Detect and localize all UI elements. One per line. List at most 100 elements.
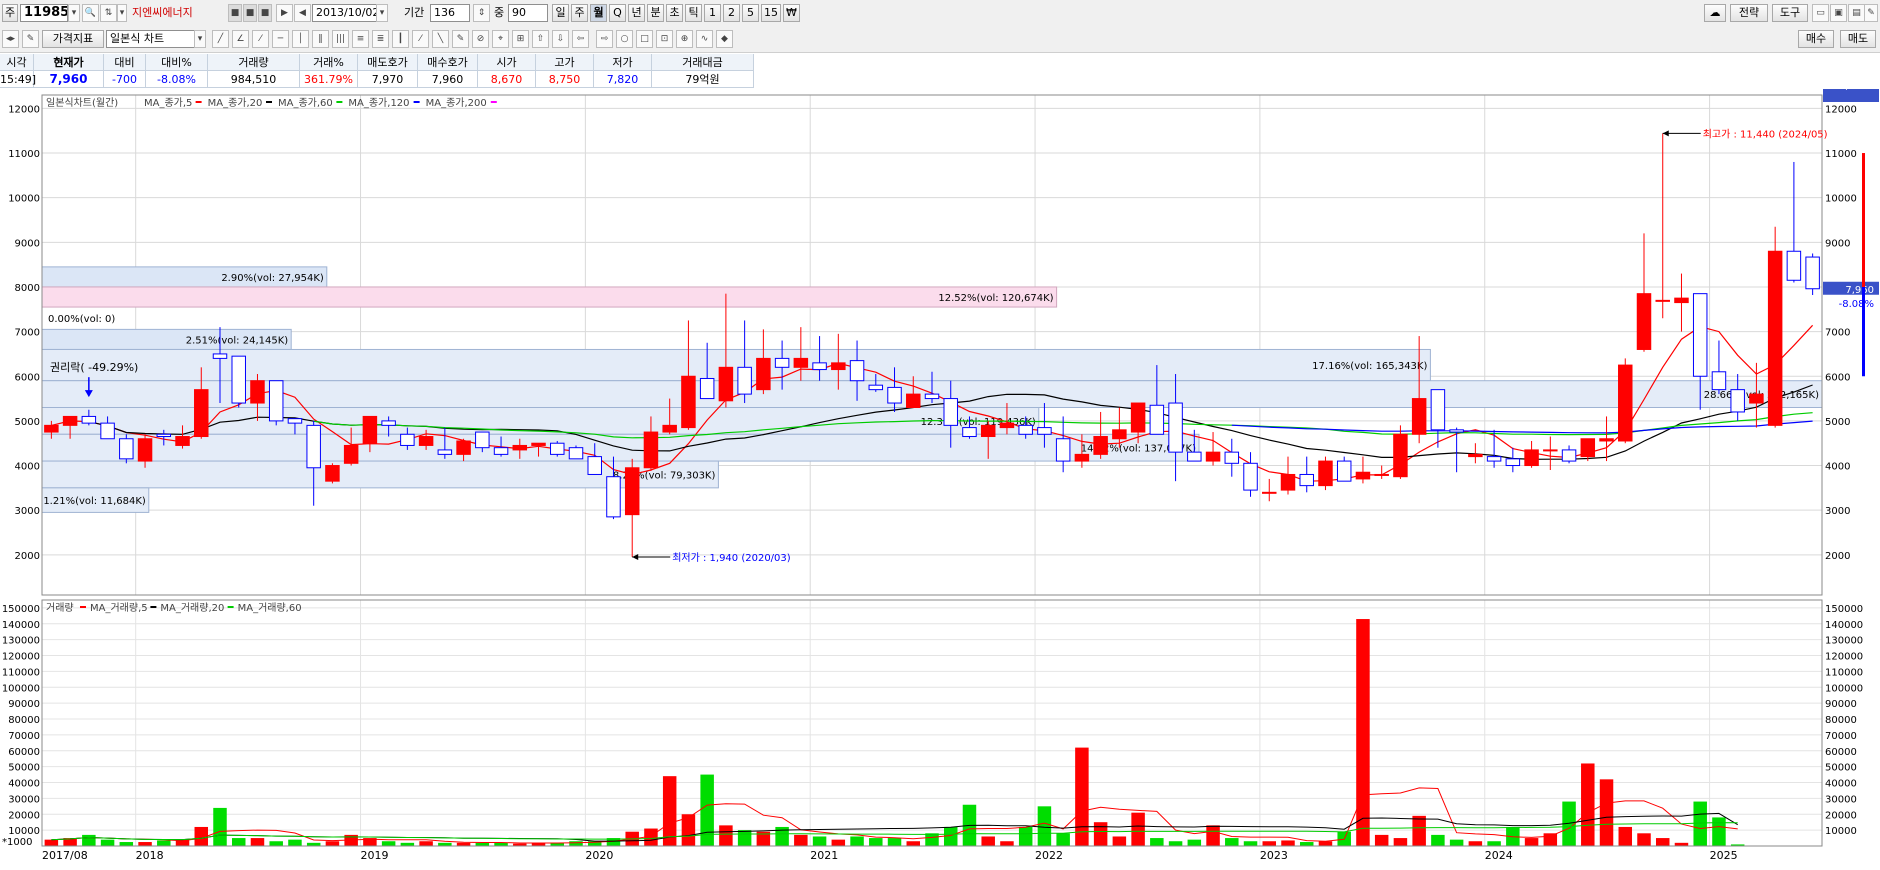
candle-body[interactable] bbox=[475, 431, 490, 449]
volume-bar[interactable] bbox=[1431, 834, 1445, 846]
candle-body[interactable] bbox=[1505, 458, 1521, 467]
candle-body[interactable] bbox=[1524, 449, 1539, 467]
volume-bar[interactable] bbox=[1056, 833, 1070, 846]
strategy-button[interactable]: 전략 bbox=[1730, 4, 1768, 22]
volume-bar[interactable] bbox=[1243, 841, 1258, 846]
volume-bar[interactable] bbox=[794, 834, 808, 846]
candle-body[interactable] bbox=[962, 427, 977, 438]
volume-bar[interactable] bbox=[1543, 833, 1558, 846]
candle-body[interactable] bbox=[1074, 453, 1090, 462]
target-tool-icon[interactable]: ⌖ bbox=[492, 30, 509, 48]
volume-bar[interactable] bbox=[1468, 841, 1483, 846]
pen-tool-icon[interactable]: ✎ bbox=[452, 30, 469, 48]
freq-button-10[interactable]: 5 bbox=[742, 4, 759, 22]
stock-code-dropdown-icon[interactable]: ▾ bbox=[68, 4, 80, 22]
back-icon[interactable]: ◀ bbox=[294, 4, 311, 22]
volume-bar[interactable] bbox=[737, 830, 752, 846]
candle-body[interactable] bbox=[1280, 473, 1296, 491]
volume-bar[interactable] bbox=[288, 839, 302, 846]
sort-icon[interactable]: ⇅ bbox=[100, 4, 117, 22]
volume-bar[interactable] bbox=[569, 841, 583, 846]
candle-body[interactable] bbox=[1486, 456, 1502, 462]
candle-body[interactable] bbox=[1636, 293, 1652, 350]
rect-tool-icon[interactable]: □ bbox=[636, 30, 653, 48]
candle-body[interactable] bbox=[1449, 429, 1464, 433]
volume-bar[interactable] bbox=[1225, 838, 1239, 846]
candle-body[interactable] bbox=[906, 393, 921, 409]
volume-bar[interactable] bbox=[1281, 840, 1295, 846]
candle-body[interactable] bbox=[1430, 389, 1446, 431]
volume-bar[interactable] bbox=[1206, 825, 1220, 846]
candle-body[interactable] bbox=[849, 360, 865, 382]
down-arrow-tool-icon[interactable]: ⇩ bbox=[552, 30, 569, 48]
candle-body[interactable] bbox=[1130, 402, 1146, 433]
volume-bar[interactable] bbox=[981, 836, 995, 846]
speed-tool-icon[interactable]: ┃ bbox=[392, 30, 409, 48]
freq-button-12[interactable]: ₩ bbox=[783, 4, 800, 22]
candle-body[interactable] bbox=[1674, 297, 1689, 304]
volume-bar[interactable] bbox=[119, 842, 134, 846]
cloud-icon[interactable]: ☁ bbox=[1704, 4, 1726, 22]
candle-body[interactable] bbox=[1767, 250, 1783, 426]
freq-button-6[interactable]: 초 bbox=[666, 4, 683, 22]
candle-body[interactable] bbox=[1037, 427, 1052, 435]
candle-body[interactable] bbox=[437, 449, 453, 455]
candle-body[interactable] bbox=[1711, 371, 1727, 391]
memo-icon[interactable]: ■ bbox=[258, 4, 272, 22]
candle-body[interactable] bbox=[812, 362, 827, 371]
print-icon[interactable]: ▤ bbox=[1848, 4, 1865, 22]
candle-body[interactable] bbox=[268, 380, 284, 422]
candle-body[interactable] bbox=[1093, 436, 1108, 455]
candle-body[interactable] bbox=[624, 467, 640, 516]
candle-body[interactable] bbox=[1112, 429, 1127, 440]
candle-body[interactable] bbox=[175, 436, 190, 446]
candle-body[interactable] bbox=[1468, 453, 1483, 458]
stock-code-input[interactable]: 119850 bbox=[20, 4, 68, 22]
candle-body[interactable] bbox=[1205, 451, 1221, 462]
volume-bar[interactable] bbox=[419, 841, 433, 846]
fan-tool-icon[interactable]: ⁄ bbox=[252, 30, 269, 48]
save-icon[interactable]: ▣ bbox=[1830, 4, 1847, 22]
erase-tool-icon[interactable]: ⊘ bbox=[472, 30, 489, 48]
volume-bar[interactable] bbox=[1637, 833, 1651, 846]
candle-body[interactable] bbox=[1243, 462, 1258, 491]
candle-body[interactable] bbox=[231, 355, 246, 404]
volume-bar[interactable] bbox=[325, 841, 340, 846]
candle-body[interactable] bbox=[1393, 433, 1408, 478]
freq-button-3[interactable]: Q bbox=[609, 4, 626, 22]
freq-button-1[interactable]: 주 bbox=[571, 4, 588, 22]
volume-bar[interactable] bbox=[1299, 842, 1314, 846]
volume-bar[interactable] bbox=[1168, 841, 1183, 846]
chart-type-dropdown-icon[interactable]: ▾ bbox=[194, 30, 206, 48]
line-tool-icon[interactable]: ╱ bbox=[212, 30, 229, 48]
cross-tool-icon[interactable]: ⊞ bbox=[512, 30, 529, 48]
volume-bar[interactable] bbox=[1000, 841, 1014, 846]
candle-body[interactable] bbox=[681, 375, 696, 429]
candle-body[interactable] bbox=[980, 424, 996, 438]
volume-bar[interactable] bbox=[231, 838, 246, 846]
buy-button[interactable]: 매수 bbox=[1798, 30, 1834, 48]
volume-bar[interactable] bbox=[1599, 779, 1614, 846]
candle-body[interactable] bbox=[1543, 449, 1558, 452]
tools-button[interactable]: 도구 bbox=[1772, 4, 1808, 22]
fib-tool-icon[interactable]: ≣ bbox=[372, 30, 389, 48]
news-icon[interactable]: ■ bbox=[228, 4, 242, 22]
candle-body[interactable] bbox=[1692, 293, 1708, 377]
freq-button-5[interactable]: 분 bbox=[647, 4, 664, 22]
candle-body[interactable] bbox=[1336, 460, 1352, 482]
candle-body[interactable] bbox=[119, 438, 134, 460]
volume-bar[interactable] bbox=[1393, 838, 1408, 846]
date-dropdown-icon[interactable]: ▾ bbox=[376, 4, 388, 22]
candle-body[interactable] bbox=[1187, 451, 1202, 462]
candle-body[interactable] bbox=[1599, 438, 1614, 442]
candle-body[interactable] bbox=[100, 422, 115, 440]
freq-button-9[interactable]: 2 bbox=[723, 4, 740, 22]
candle-body[interactable] bbox=[1055, 438, 1071, 462]
candle-body[interactable] bbox=[343, 444, 359, 464]
candle-body[interactable] bbox=[156, 433, 172, 438]
candle-body[interactable] bbox=[456, 440, 471, 455]
left-arrow-tool-icon[interactable]: ⇦ bbox=[572, 30, 589, 48]
candle-body[interactable] bbox=[1561, 449, 1577, 462]
right-arrow-tool-icon[interactable]: ⇨ bbox=[596, 30, 613, 48]
candle-body[interactable] bbox=[306, 424, 321, 469]
